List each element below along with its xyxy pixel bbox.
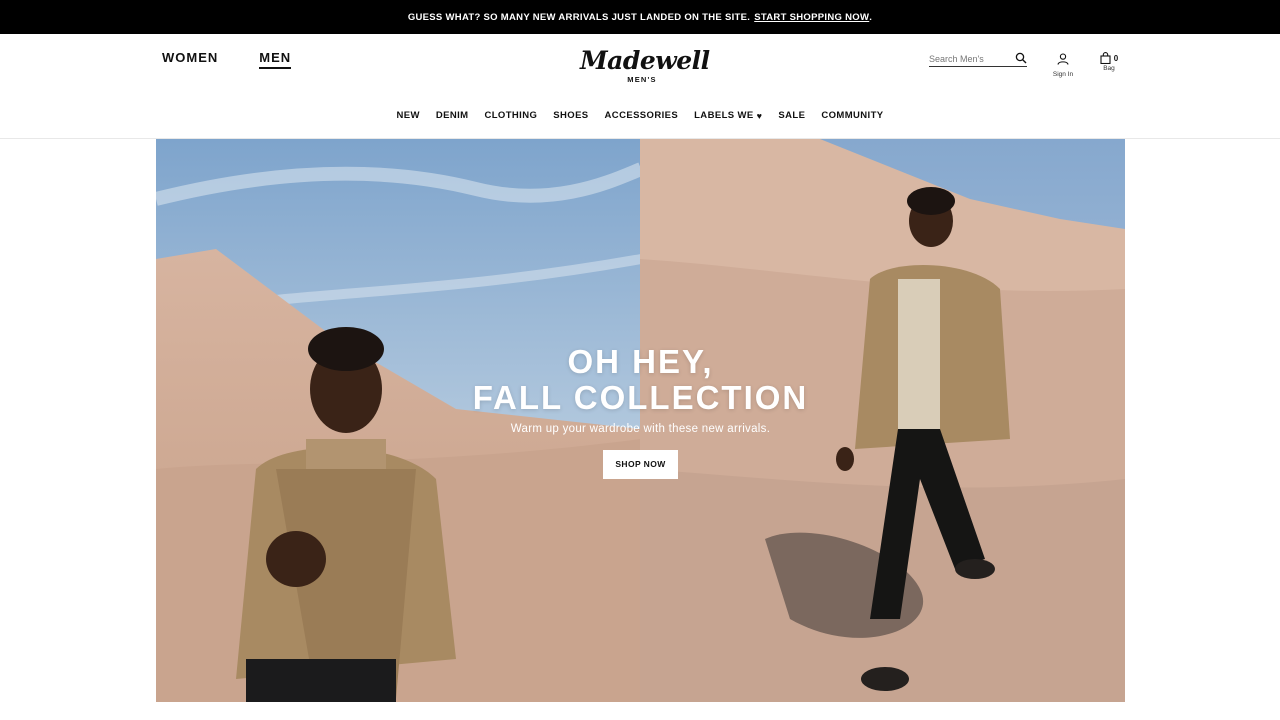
hero-title-line2: FALL COLLECTION — [472, 379, 809, 416]
main-nav: NEW DENIM CLOTHING SHOES ACCESSORIES LAB… — [0, 110, 1280, 121]
hero-banner[interactable]: OH HEY, FALL COLLECTION Warm up your war… — [156, 139, 1125, 702]
bag-icon — [1100, 52, 1111, 64]
heart-icon: ♥ — [756, 110, 763, 121]
nav-community[interactable]: COMMUNITY — [821, 110, 883, 121]
hero-copy: OH HEY, FALL COLLECTION Warm up your war… — [156, 344, 1125, 479]
hero-title: OH HEY, FALL COLLECTION — [156, 344, 1125, 416]
women-tab[interactable]: WOMEN — [162, 50, 218, 69]
site-header: WOMEN MEN Madewell MEN'S Sign In 0 Bag N — [0, 34, 1280, 139]
nav-labels-label: LABELS WE — [694, 110, 754, 121]
hero-title-line1: OH HEY, — [567, 343, 714, 380]
nav-accessories[interactable]: ACCESSORIES — [605, 110, 679, 121]
promo-link[interactable]: START SHOPPING NOW — [754, 12, 869, 23]
bag-count: 0 — [1113, 53, 1119, 63]
nav-shoes[interactable]: SHOES — [553, 110, 588, 121]
promo-bar: GUESS WHAT? SO MANY NEW ARRIVALS JUST LA… — [0, 0, 1280, 34]
nav-sale[interactable]: SALE — [778, 110, 805, 121]
bag-label: Bag — [1103, 65, 1115, 72]
hero-subtitle: Warm up your wardrobe with these new arr… — [510, 423, 771, 435]
nav-labels-we-love[interactable]: LABELS WE ♥ — [694, 110, 762, 121]
nav-denim[interactable]: DENIM — [436, 110, 469, 121]
nav-new[interactable]: NEW — [396, 110, 419, 121]
search-bar — [929, 51, 1027, 67]
user-icon — [1057, 53, 1069, 65]
shop-now-button[interactable]: SHOP NOW — [603, 450, 678, 479]
promo-text: GUESS WHAT? SO MANY NEW ARRIVALS JUST LA… — [407, 11, 751, 23]
search-input[interactable] — [929, 53, 1009, 64]
sign-in-button[interactable]: Sign In — [1050, 52, 1076, 78]
bag-button[interactable]: 0 Bag — [1096, 52, 1122, 72]
men-tab[interactable]: MEN — [259, 50, 292, 69]
sign-in-label: Sign In — [1052, 71, 1074, 78]
madewell-logo[interactable]: Madewell MEN'S — [580, 46, 710, 85]
promo-end: . — [869, 11, 873, 23]
search-icon[interactable] — [1015, 52, 1027, 64]
logo-script: Madewell — [580, 46, 710, 75]
gender-switch: WOMEN MEN — [162, 50, 292, 69]
logo-sub: MEN'S — [627, 75, 657, 84]
nav-clothing[interactable]: CLOTHING — [484, 110, 537, 121]
